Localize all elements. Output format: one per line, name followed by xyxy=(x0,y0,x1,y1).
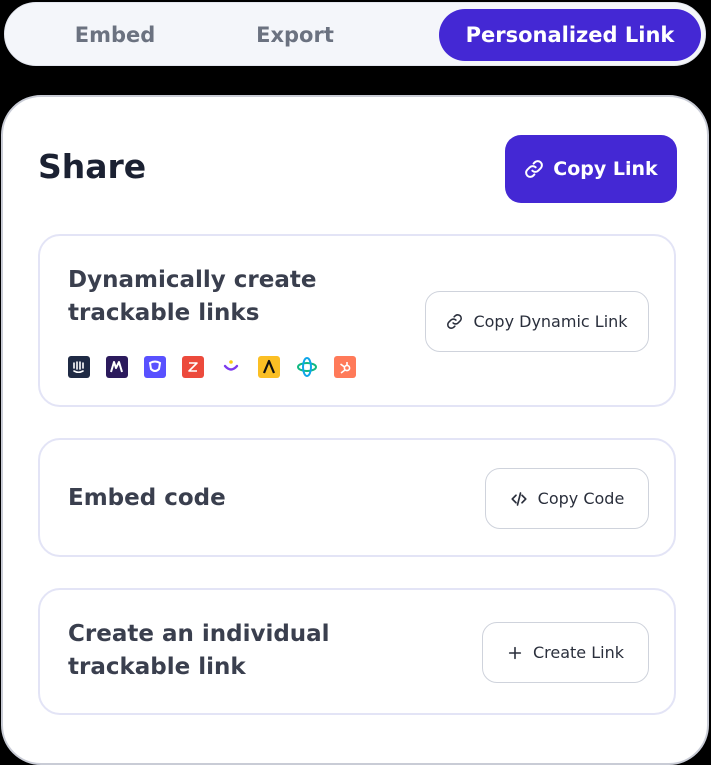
code-icon xyxy=(510,490,528,508)
individual-link-card: Create an individual trackable link Crea… xyxy=(38,588,676,715)
tab-bar: Embed Export Personalized Link xyxy=(4,2,706,66)
link-icon xyxy=(524,159,544,179)
copy-dynamic-link-button[interactable]: Copy Dynamic Link xyxy=(425,291,649,352)
dynamic-links-title: Dynamically create trackable links xyxy=(68,267,317,326)
customer-io-logo-icon xyxy=(220,356,242,378)
tab-personalized-link[interactable]: Personalized Link xyxy=(439,9,701,61)
page-title: Share xyxy=(38,147,147,186)
outreach-logo-icon xyxy=(144,356,166,378)
share-panel: Share Copy Link Dynamically create track… xyxy=(1,95,709,765)
copy-link-button[interactable]: Copy Link xyxy=(505,135,677,203)
embed-code-title: Embed code xyxy=(68,485,226,511)
copy-code-label: Copy Code xyxy=(537,489,625,508)
tab-export[interactable]: Export xyxy=(203,9,387,61)
salesloft-logo-icon xyxy=(296,356,318,378)
intercom-logo-icon xyxy=(68,356,90,378)
create-link-button[interactable]: Create Link xyxy=(482,622,649,683)
zendesk-logo-icon xyxy=(182,356,204,378)
create-link-label: Create Link xyxy=(532,643,624,662)
embed-code-card: Embed code Copy Code xyxy=(38,438,676,557)
copy-code-button[interactable]: Copy Code xyxy=(485,468,649,529)
copy-link-label: Copy Link xyxy=(553,158,658,180)
plus-icon xyxy=(507,645,523,661)
copy-dynamic-link-label: Copy Dynamic Link xyxy=(473,312,628,331)
apollo-logo-icon xyxy=(258,356,280,378)
dynamic-links-card: Dynamically create trackable links Copy … xyxy=(38,234,676,407)
link-icon xyxy=(446,313,463,330)
individual-link-title: Create an individual trackable link xyxy=(68,621,330,680)
hubspot-logo-icon xyxy=(334,356,356,378)
tab-embed[interactable]: Embed xyxy=(23,9,207,61)
integration-logos xyxy=(68,356,356,378)
marketo-logo-icon xyxy=(106,356,128,378)
